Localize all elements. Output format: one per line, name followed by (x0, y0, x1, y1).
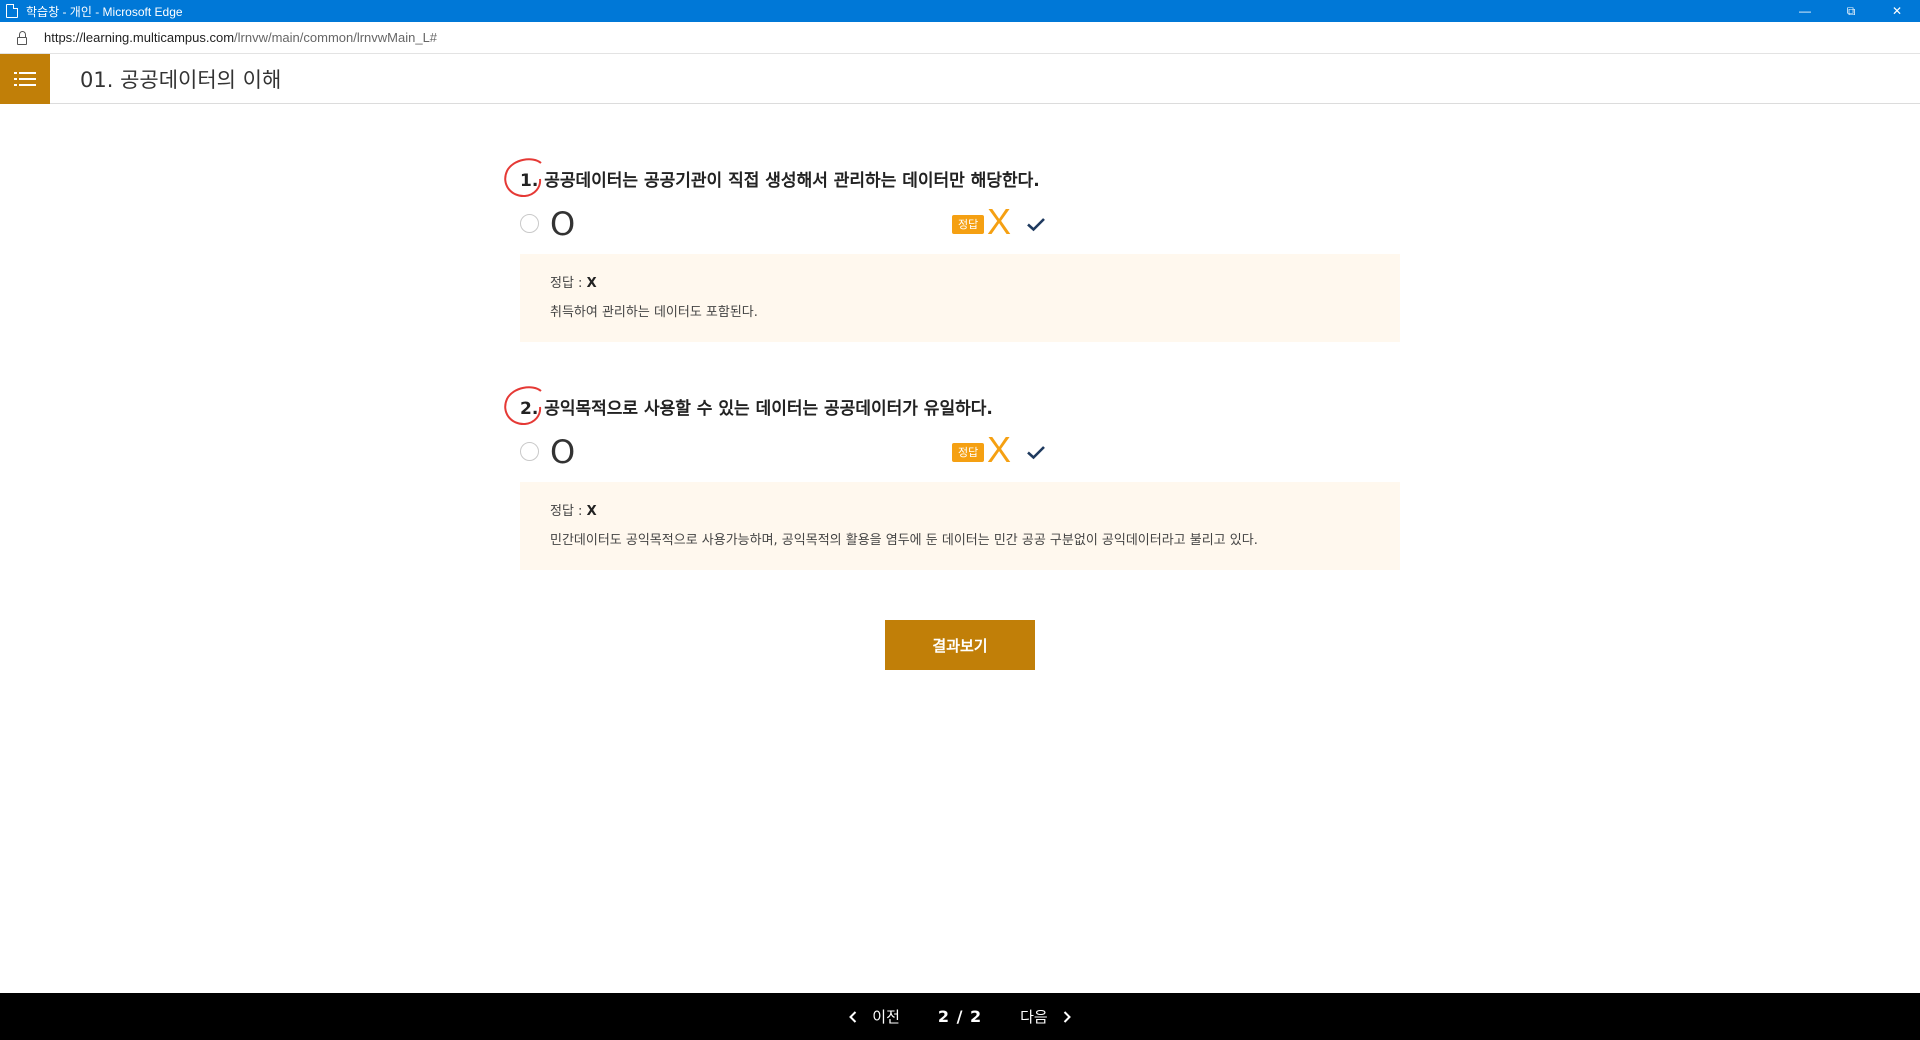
chevron-left-icon (849, 1010, 857, 1023)
address-bar[interactable]: https://learning.multicampus.com/lrnvw/m… (0, 22, 1920, 54)
footer-nav: 이전 2 / 2 다음 (0, 993, 1920, 1040)
window-title: 학습창 - 개인 - Microsoft Edge (26, 4, 183, 19)
url-path: /lrnvw/main/common/lrnvwMain_L# (234, 30, 438, 45)
list-menu-icon (14, 71, 36, 86)
lesson-header: 01. 공공데이터의 이해 (0, 53, 1920, 104)
prev-button[interactable]: 이전 (846, 1006, 900, 1027)
question-text: 공공데이터는 공공기관이 직접 생성해서 관리하는 데이터만 해당한다. (538, 171, 1040, 191)
question-number: 2. (504, 386, 542, 426)
question-number: 1. (504, 158, 542, 198)
option-label[interactable]: O (550, 433, 575, 471)
answer-label: 정답 : (550, 276, 587, 291)
chevron-right-icon (1063, 1010, 1071, 1023)
answer-label: 정답 : (550, 504, 587, 519)
check-icon (1027, 446, 1045, 460)
explanation-box: 정답 : X 취득하여 관리하는 데이터도 포함된다. (520, 254, 1400, 342)
minimize-button[interactable]: — (1782, 0, 1828, 22)
explanation-text: 민간데이터도 공익목적으로 사용가능하며, 공익목적의 활용을 염두에 둔 데이… (550, 533, 1258, 548)
view-results-button[interactable]: 결과보기 (885, 620, 1035, 670)
lock-icon[interactable] (17, 30, 27, 45)
explanation-box: 정답 : X 민간데이터도 공익목적으로 사용가능하며, 공익목적의 활용을 염… (520, 482, 1400, 570)
url-text[interactable]: https://learning.multicampus.com/lrnvw/m… (44, 30, 437, 45)
option-radio[interactable] (520, 214, 539, 233)
circle-mark-icon (504, 158, 542, 198)
circle-mark-icon (504, 386, 542, 426)
prev-label: 이전 (872, 1008, 900, 1026)
question-title: 2. 공익목적으로 사용할 수 있는 데이터는 공공데이터가 유일하다. (504, 386, 993, 426)
option-label[interactable]: O (550, 205, 575, 243)
option-radio[interactable] (520, 442, 539, 461)
window-titlebar: 학습창 - 개인 - Microsoft Edge — ⧉ ✕ (0, 0, 1920, 22)
option-row: O 정답 X (520, 429, 1400, 471)
option-row: O 정답 X (520, 201, 1400, 243)
correct-answer-badge: 정답 (952, 443, 985, 462)
menu-button[interactable] (0, 53, 50, 104)
question-text: 공익목적으로 사용할 수 있는 데이터는 공공데이터가 유일하다. (538, 399, 993, 419)
explanation-text: 취득하여 관리하는 데이터도 포함된다. (550, 305, 758, 320)
page-icon (6, 4, 18, 18)
next-button[interactable]: 다음 (1020, 1006, 1074, 1027)
window-controls: — ⧉ ✕ (1782, 0, 1920, 22)
close-button[interactable]: ✕ (1874, 0, 1920, 22)
correct-answer-mark: X (987, 201, 1012, 242)
next-label: 다음 (1020, 1008, 1048, 1026)
page-title: 01. 공공데이터의 이해 (80, 67, 282, 92)
quiz-content: 1. 공공데이터는 공공기관이 직접 생성해서 관리하는 데이터만 해당한다. … (0, 105, 1920, 993)
correct-answer-badge: 정답 (952, 215, 985, 234)
answer-value: X (586, 276, 597, 291)
answer-value: X (586, 504, 597, 519)
restore-button[interactable]: ⧉ (1828, 0, 1874, 22)
question-title: 1. 공공데이터는 공공기관이 직접 생성해서 관리하는 데이터만 해당한다. (504, 158, 1040, 198)
correct-answer-mark: X (987, 429, 1012, 470)
url-host: https://learning.multicampus.com (44, 30, 235, 45)
answer-line: 정답 : X (550, 272, 1370, 291)
page-indicator: 2 / 2 (937, 1007, 983, 1026)
check-icon (1027, 218, 1045, 232)
answer-line: 정답 : X (550, 500, 1370, 519)
